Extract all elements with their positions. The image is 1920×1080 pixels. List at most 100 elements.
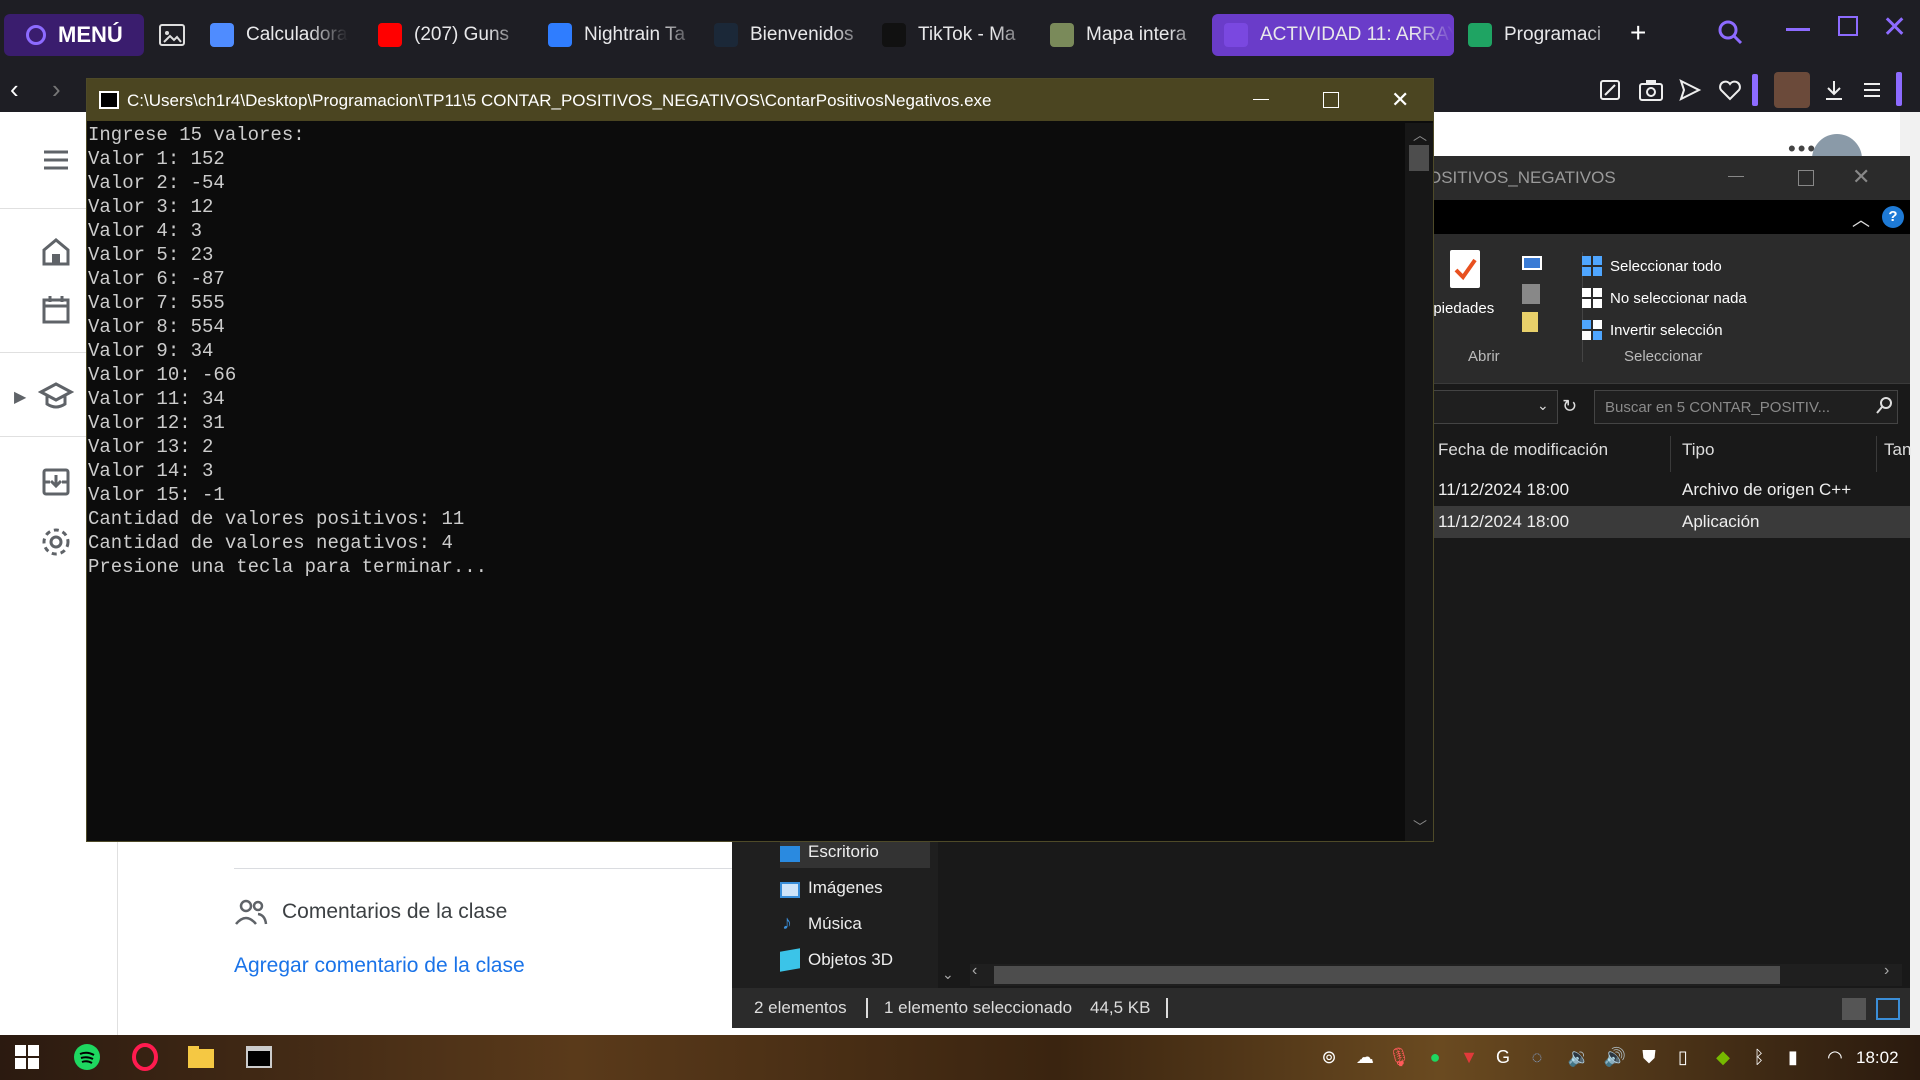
nav-item-musica[interactable]: Música xyxy=(808,914,862,934)
home-icon[interactable] xyxy=(38,234,74,270)
explorer-close-icon[interactable]: ✕ xyxy=(1852,164,1870,190)
wifi-icon[interactable]: ◠ xyxy=(1820,1042,1850,1072)
nvidia-icon[interactable]: ◆ xyxy=(1708,1042,1738,1072)
browser-tab[interactable]: Bienvenidos xyxy=(714,14,872,56)
screenshot-tab-icon[interactable] xyxy=(158,22,186,48)
tray-g-icon[interactable]: G xyxy=(1488,1042,1518,1072)
invert-selection-icon[interactable] xyxy=(1582,320,1602,340)
console-window[interactable]: C:\Users\ch1r4\Desktop\Programacion\TP11… xyxy=(86,78,1434,842)
security-shield-icon[interactable]: ⛊ xyxy=(1634,1042,1664,1072)
console-scrollbar[interactable]: ︿ ﹀ xyxy=(1405,123,1433,841)
download-icon[interactable] xyxy=(1822,78,1846,102)
new-tab-plus-icon[interactable]: + xyxy=(1630,18,1660,48)
console-minimize-icon[interactable] xyxy=(1253,99,1269,100)
easy-menu-icon[interactable] xyxy=(1860,78,1884,102)
spotify-icon[interactable] xyxy=(72,1042,102,1072)
send-icon[interactable] xyxy=(1678,78,1702,102)
tray-spotify-icon[interactable]: ● xyxy=(1420,1042,1450,1072)
volume-icon[interactable]: 🔉 xyxy=(1564,1042,1594,1072)
performance-graph-icon[interactable]: ▮ xyxy=(1778,1042,1808,1072)
battery-icon[interactable]: ▯ xyxy=(1668,1042,1698,1072)
collapse-ribbon-icon[interactable]: ︿ xyxy=(1852,206,1870,232)
column-size[interactable]: Tan xyxy=(1884,440,1911,460)
tiles-view-icon[interactable] xyxy=(1876,998,1900,1020)
console-titlebar[interactable]: C:\Users\ch1r4\Desktop\Programacion\TP11… xyxy=(87,79,1433,121)
calendar-icon[interactable] xyxy=(38,292,74,328)
console-output[interactable]: Ingrese 15 valores: Valor 1: 152 Valor 2: … xyxy=(87,123,1403,841)
hamburger-menu-icon[interactable] xyxy=(38,142,74,178)
scrollbar-thumb[interactable] xyxy=(994,966,1780,984)
select-none-button[interactable]: No seleccionar nada xyxy=(1610,290,1747,307)
horizontal-scrollbar[interactable]: ‹ › xyxy=(970,962,1902,986)
select-all-icon[interactable] xyxy=(1582,256,1602,276)
tray-shield-icon[interactable]: ▼ xyxy=(1454,1042,1484,1072)
heart-icon[interactable] xyxy=(1718,78,1742,102)
explorer-titlebar: OSITIVOS_NEGATIVOS ✕ xyxy=(1420,156,1910,200)
tray-app-icon[interactable]: ⊚ xyxy=(1314,1042,1344,1072)
browser-tab[interactable]: Nightrain Ta xyxy=(548,14,698,56)
microphone-icon[interactable]: 🎙 xyxy=(1384,1042,1414,1072)
tray-sync-icon[interactable]: ◌ xyxy=(1522,1042,1552,1072)
console-scroll-up-icon[interactable]: ︿ xyxy=(1413,125,1427,145)
properties-icon[interactable] xyxy=(1450,250,1480,288)
console-scrollbar-thumb[interactable] xyxy=(1409,145,1429,171)
volume-icon-2[interactable]: 🔊 xyxy=(1600,1042,1630,1072)
nav-item-imagenes[interactable]: Imágenes xyxy=(808,878,883,898)
address-bar[interactable]: S ⌄ xyxy=(1420,390,1558,424)
browser-tab[interactable]: Calculadora xyxy=(210,14,348,56)
opera-gx-icon[interactable] xyxy=(130,1042,160,1072)
column-date-modified[interactable]: Fecha de modificación xyxy=(1438,440,1608,460)
select-all-button[interactable]: Seleccionar todo xyxy=(1610,258,1722,275)
search-icon[interactable] xyxy=(1875,396,1893,416)
expand-caret-icon[interactable]: ▶ xyxy=(14,387,26,407)
select-none-icon[interactable] xyxy=(1582,288,1602,308)
file-explorer-icon[interactable] xyxy=(186,1042,216,1072)
browser-tab[interactable]: Mapa intera xyxy=(1050,14,1208,56)
console-scroll-down-icon[interactable]: ﹀ xyxy=(1413,817,1427,837)
easy-setup-icon[interactable] xyxy=(1598,78,1622,102)
enrolled-classes-icon[interactable] xyxy=(38,378,74,414)
edit-icon[interactable] xyxy=(1522,284,1540,304)
open-icon[interactable] xyxy=(1522,256,1542,270)
address-dropdown-icon[interactable]: ⌄ xyxy=(1537,397,1549,414)
console-maximize-icon[interactable] xyxy=(1323,92,1339,108)
add-comment-link[interactable]: Agregar comentario de la clase xyxy=(234,954,525,978)
windows-start-icon[interactable] xyxy=(12,1042,42,1072)
console-taskbar-icon[interactable] xyxy=(244,1042,274,1072)
opera-menu-button[interactable]: MENÚ xyxy=(4,14,144,56)
browser-tab[interactable]: (207) Guns xyxy=(378,14,528,56)
column-type[interactable]: Tipo xyxy=(1682,440,1714,460)
back-arrow-icon[interactable]: ‹ xyxy=(10,74,19,105)
search-tabs-icon[interactable] xyxy=(1716,18,1744,46)
browser-tab[interactable]: ACTIVIDAD 11: ARRAY xyxy=(1212,14,1454,56)
scroll-left-icon[interactable]: ‹ xyxy=(972,962,977,980)
nav-scroll-down-icon[interactable]: ⌄ xyxy=(942,966,954,983)
nav-item-escritorio[interactable]: Escritorio xyxy=(808,842,879,862)
nav-item-objetos-3d[interactable]: Objetos 3D xyxy=(808,950,893,970)
file-row-cpp[interactable]: 11/12/2024 18:00 Archivo de origen C++ xyxy=(1420,474,1910,506)
forward-arrow-icon[interactable]: › xyxy=(52,74,61,105)
browser-tab[interactable]: TikTok - Ma xyxy=(882,14,1034,56)
restore-window-icon[interactable] xyxy=(1838,16,1858,36)
bluetooth-icon[interactable]: ᛒ xyxy=(1744,1042,1774,1072)
refresh-icon[interactable]: ↻ xyxy=(1562,396,1577,417)
help-icon[interactable]: ? xyxy=(1882,206,1904,228)
invert-selection-button[interactable]: Invertir selección xyxy=(1610,322,1723,339)
explorer-minimize-icon[interactable] xyxy=(1728,176,1744,177)
history-icon[interactable] xyxy=(1522,312,1538,332)
file-row-exe-selected[interactable]: 11/12/2024 18:00 Aplicación xyxy=(1420,506,1910,538)
console-close-icon[interactable]: ✕ xyxy=(1391,87,1409,113)
profile-avatar[interactable] xyxy=(1774,72,1810,108)
minimize-window-icon[interactable] xyxy=(1786,28,1810,31)
close-window-icon[interactable]: ✕ xyxy=(1882,10,1907,45)
taskbar-clock[interactable]: 18:02 xyxy=(1856,1048,1899,1068)
browser-tab[interactable]: Programaci xyxy=(1468,14,1626,56)
settings-gear-icon[interactable] xyxy=(38,524,74,560)
archived-classes-icon[interactable] xyxy=(38,464,74,500)
explorer-search-box[interactable]: Buscar en 5 CONTAR_POSITIV... xyxy=(1594,390,1898,424)
explorer-maximize-icon[interactable] xyxy=(1798,170,1814,186)
camera-icon[interactable] xyxy=(1638,78,1664,102)
details-view-icon[interactable] xyxy=(1842,998,1866,1020)
tray-cloud-icon[interactable]: ☁ xyxy=(1350,1042,1380,1072)
scroll-right-icon[interactable]: › xyxy=(1884,962,1889,980)
